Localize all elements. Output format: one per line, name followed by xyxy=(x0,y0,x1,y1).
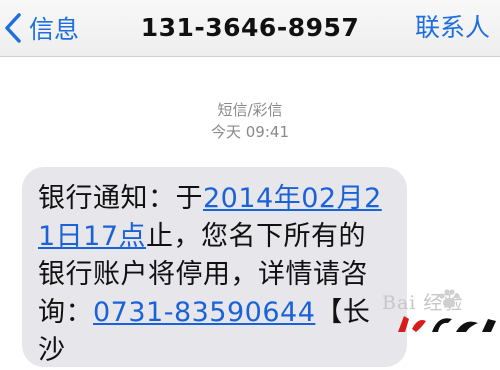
message-type-label: 短信/彩信 xyxy=(217,101,283,119)
message-timestamp: 今天 09:41 xyxy=(211,123,289,141)
phone-link[interactable]: 0731-83590644 xyxy=(93,297,315,328)
paw-icon xyxy=(439,289,460,308)
message-text-part: 银行通知：于 xyxy=(38,183,203,214)
navigation-bar: 信息 131-3646-8957 联系人 xyxy=(0,0,500,57)
red-brush-stamp xyxy=(398,316,496,332)
contacts-button[interactable]: 联系人 xyxy=(415,6,490,50)
message-text: 银行通知：于2014年02月21日17点止，您名下所有的银行账户将停用，详情请咨… xyxy=(38,180,390,370)
